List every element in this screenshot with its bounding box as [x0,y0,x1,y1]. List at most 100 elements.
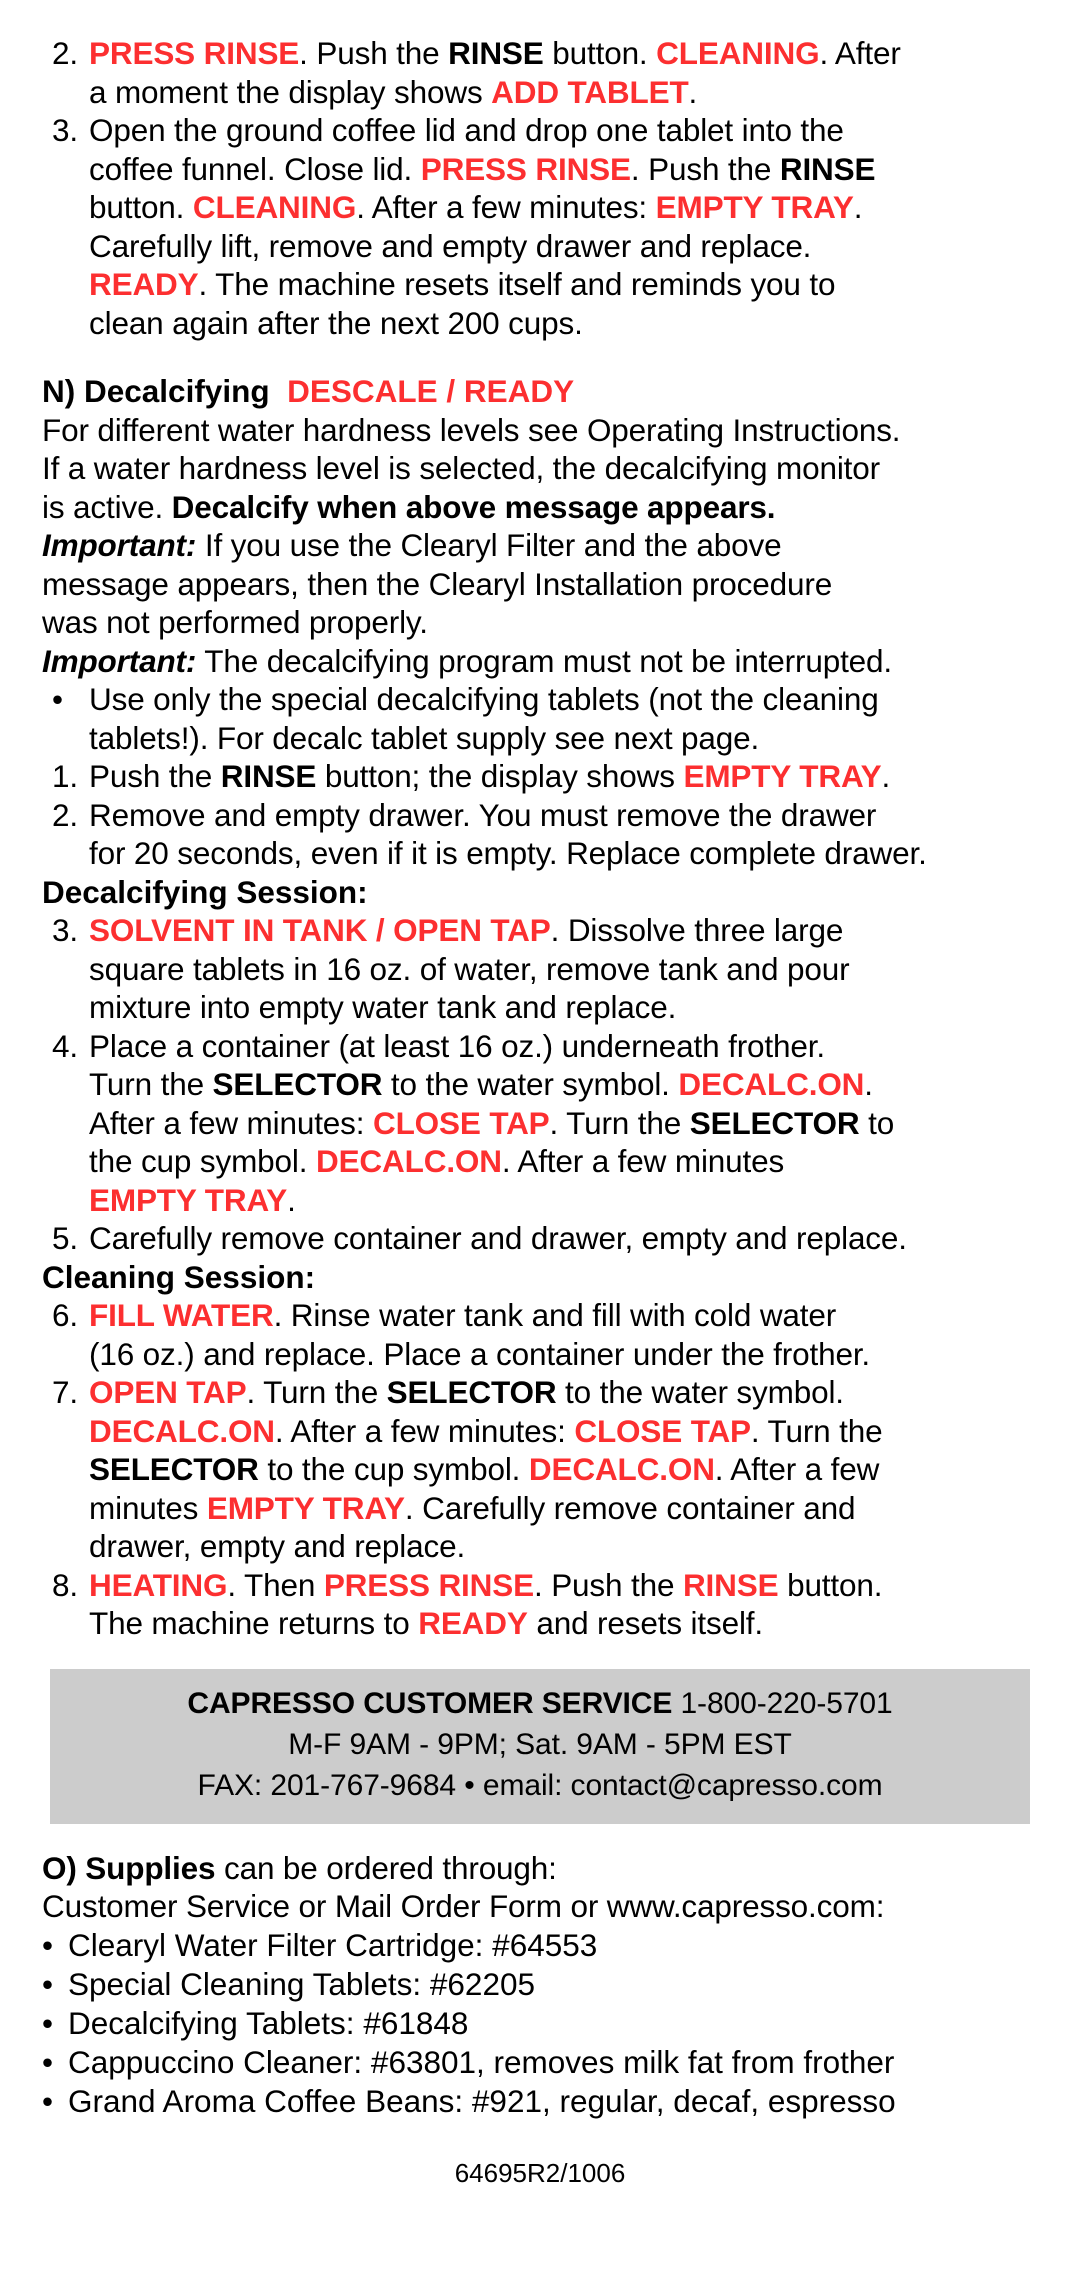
list-item-supply: • Clearyl Water Filter Cartridge: #64553 [42,1926,1038,1965]
list-marker: 1. [52,758,78,794]
text-run: a moment the display shows [89,73,492,110]
text-run: For different water hardness levels see … [42,411,901,448]
emphasis-decalcify-when: Decalcify when above message appears. [171,488,776,525]
list-item-supply: • Grand Aroma Coffee Beans: #921, regula… [42,2082,1038,2121]
text-run: the cup symbol. [89,1143,316,1179]
text-run: . After [819,35,901,71]
text-run: can be ordered through: [215,1849,557,1886]
text-run: The machine returns to [89,1605,419,1641]
customer-service-title: CAPRESSO CUSTOMER SERVICE [187,1686,673,1720]
list-item-text: Grand Aroma Coffee Beans: #921, regular,… [68,2082,896,2119]
text-run: . Turn the [549,1104,690,1141]
document-code: 64695R2/1006 [454,2157,626,2188]
list-marker: 5. [52,1220,78,1256]
list-item-decalc-step-8: 8. HEATING. Then PRESS RINSE. Push the R… [42,1566,1038,1643]
subheading-cleaning-session: Cleaning Session: [42,1258,316,1295]
customer-service-title-line: CAPRESSO CUSTOMER SERVICE 1-800-220-5701 [50,1683,1030,1724]
text-run: Remove and empty drawer. You must remove… [89,796,877,833]
display-text-decalc-on: DECALC.ON [89,1412,275,1449]
list-item-text: FILL WATER. Rinse water tank and fill wi… [89,1296,1038,1373]
bullet-marker: • [42,2004,54,2041]
text-run: and resets itself. [527,1605,763,1641]
display-text-empty-tray: EMPTY TRAY [655,189,854,225]
customer-service-phone: 1-800-220-5701 [672,1686,893,1720]
text-run: Carefully lift, remove and empty drawer … [89,227,812,264]
text-run: . Push the [533,1566,683,1603]
list-item-supply: • Cappuccino Cleaner: #63801, removes mi… [42,2043,1038,2082]
text-run: Open the ground coffee lid and drop one … [89,112,844,148]
text-run: tablets!). For decalc tablet supply see … [89,719,760,756]
list-item-decalc-step-7: 7. OPEN TAP. Turn the SELECTOR to the wa… [42,1373,1038,1566]
bullet-marker: • [42,1965,54,2002]
text-run: . Push the [630,150,780,187]
text-run: drawer, empty and replace. [89,1528,466,1564]
list-marker: 3. [52,112,78,148]
list-item-decalc-step-5: 5. Carefully remove container and drawer… [42,1219,1038,1258]
text-run: . Rinse water tank and fill with cold wa… [273,1297,837,1333]
section-heading-decalcifying: N) Decalcifying DESCALE / READY [42,372,1038,411]
supplies-order-channels: Customer Service or Mail Order Form or w… [42,1888,885,1924]
list-item-text: Remove and empty drawer. You must remove… [89,796,1038,873]
display-text-cleaning: CLEANING [192,189,357,225]
control-name-selector: SELECTOR [386,1374,557,1410]
text-run: for 20 seconds, even if it is empty. Rep… [89,835,927,871]
important-label: Important: [42,642,197,679]
text-run: . [864,1066,873,1102]
text-run: Turn the [89,1066,213,1102]
display-text-press-rinse: PRESS RINSE [89,35,300,71]
list-marker: 7. [52,1374,78,1410]
text-run: . Turn the [750,1412,883,1449]
list-item-text: Clearyl Water Filter Cartridge: #64553 [68,1926,598,1963]
bullet-marker: • [42,2043,54,2080]
list-item-text: Carefully remove container and drawer, e… [89,1220,907,1256]
text-run: If you use the Clearyl Filter and the ab… [196,527,782,563]
display-text-add-tablet: ADD TABLET [491,73,689,110]
text-run: . The machine resets itself and reminds … [198,266,836,302]
display-text-fill-water: FILL WATER [89,1297,274,1333]
paragraph-important-clearyl: Important: If you use the Clearyl Filter… [42,526,1038,642]
bullet-marker: • [42,1926,54,1963]
list-item-supply: • Decalcifying Tablets: #61848 [42,2004,1038,2043]
text-run: minutes [89,1489,207,1526]
text-run: . After a few minutes [501,1143,785,1179]
text-run: message appears, then the Clearyl Instal… [42,565,833,602]
list-marker: 2. [52,35,78,71]
display-text-decalc-on: DECALC.ON [678,1066,865,1102]
important-label: Important: [42,527,197,563]
text-run: mixture into empty water tank and replac… [89,989,677,1025]
display-text-press-rinse: PRESS RINSE [323,1566,534,1603]
text-run: to the water symbol. [556,1374,844,1410]
display-text-descale-ready: DESCALE / READY [287,373,575,409]
list-item-text: Open the ground coffee lid and drop one … [89,111,1038,342]
display-text-ready: READY [89,266,199,302]
list-marker: 4. [52,1027,78,1064]
text-run: . [688,73,698,110]
text-run: . Dissolve three large [550,912,844,948]
paragraph-water-hardness: For different water hardness levels see … [42,411,1038,527]
list-item-decalc-step-3: 3. SOLVENT IN TANK / OPEN TAP. Dissolve … [42,911,1038,1027]
list-marker: 3. [52,912,78,948]
text-run: Place a container (at least 16 oz.) unde… [89,1027,825,1064]
list-item-decalc-step-6: 6. FILL WATER. Rinse water tank and fill… [42,1296,1038,1373]
text-run: . [287,1181,296,1218]
display-text-heating: HEATING [89,1566,228,1603]
text-run: square tablets in 16 oz. of water, remov… [89,950,850,987]
text-run: is active. [42,488,172,525]
button-name-rinse-red: RINSE [682,1566,779,1603]
section-supplies: O) Supplies can be ordered through: Cust… [42,1849,1038,2121]
section-heading-supplies: O) Supplies can be ordered through: [42,1849,1038,1888]
list-item-cleaning-step-2: 2. PRESS RINSE. Push the RINSE button. C… [42,34,1038,111]
list-item-text: Cappuccino Cleaner: #63801, removes milk… [68,2043,895,2080]
display-text-decalc-on: DECALC.ON [528,1451,715,1487]
list-item-decalc-tablets-note: • Use only the special decalcifying tabl… [42,680,1038,757]
button-name-rinse: RINSE [448,35,544,71]
control-name-selector: SELECTOR [89,1451,259,1487]
customer-service-fax-email: FAX: 201-767-9684 • email: contact@capre… [197,1768,883,1802]
display-text-close-tap: CLOSE TAP [574,1412,751,1449]
text-run: . Carefully remove container and [404,1489,856,1526]
text-run: . [853,189,863,225]
text-run: . Push the [299,35,449,71]
text-run: to [859,1104,895,1141]
text-run: button. [778,1566,883,1603]
text-run: . Turn the [246,1374,387,1410]
